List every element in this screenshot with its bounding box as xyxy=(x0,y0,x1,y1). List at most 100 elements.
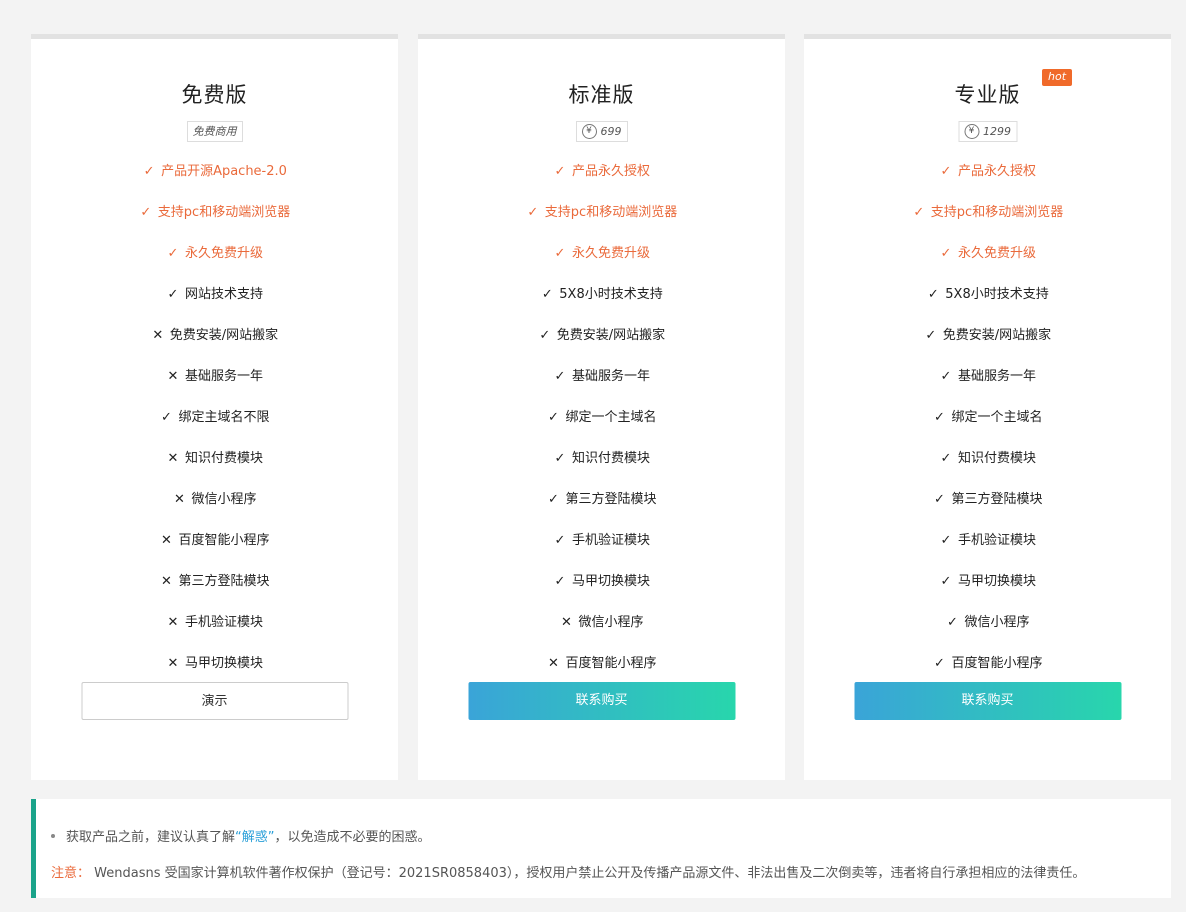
feature-label: 第三方登陆模块 xyxy=(565,492,657,507)
feature-label: 产品永久授权 xyxy=(957,164,1036,179)
feature-item: ✕ 基础服务一年 xyxy=(31,366,398,407)
cross-icon: ✕ xyxy=(152,328,164,343)
feature-item: ✓ 手机验证模块 xyxy=(804,530,1171,571)
feature-label: 知识付费模块 xyxy=(957,451,1036,466)
demo-button[interactable]: 演示 xyxy=(81,682,348,720)
hot-badge: hot xyxy=(1042,69,1073,86)
check-icon: ✓ xyxy=(934,492,945,507)
yen-icon: ¥ xyxy=(964,124,979,139)
cross-icon: ✕ xyxy=(161,533,172,548)
feature-item: ✓ 知识付费模块 xyxy=(804,448,1171,489)
feature-item: ✓ 永久免费升级 xyxy=(418,243,785,284)
feature-label: 永久免费升级 xyxy=(184,246,263,261)
feature-item: ✓ 第三方登陆模块 xyxy=(418,489,785,530)
feature-item: ✕ 免费安装/网站搬家 xyxy=(31,325,398,366)
check-icon: ✓ xyxy=(167,287,179,302)
feature-label: 产品永久授权 xyxy=(571,164,650,179)
feature-item: ✕ 知识付费模块 xyxy=(31,448,398,489)
feature-label: 微信小程序 xyxy=(191,492,257,507)
feature-item: ✓ 免费安装/网站搬家 xyxy=(418,325,785,366)
feature-item: ✓ 马甲切换模块 xyxy=(418,571,785,612)
plan-card-pro: 专业版 hot ¥ 1299 ✓ 产品永久授权 ✓ 支持pc和移动端浏览器 ✓ 永久免费升… xyxy=(804,34,1171,780)
feature-label: 绑定一个主域名 xyxy=(565,410,657,425)
feature-item: ✓ 支持pc和移动端浏览器 xyxy=(418,202,785,243)
feature-item: ✓ 基础服务一年 xyxy=(418,366,785,407)
copyright-notice: 注意： Wendasns 受国家计算机软件著作权保护（登记号：2021SR085… xyxy=(51,862,1085,881)
plan-title: 专业版 xyxy=(954,83,1021,107)
tip-suffix: ，以免造成不必要的困惑。 xyxy=(274,830,431,845)
feature-label: 支持pc和移动端浏览器 xyxy=(544,205,678,220)
cross-icon: ✕ xyxy=(167,656,179,671)
plan-price: ¥ 699 xyxy=(575,121,628,142)
notice-panel: 获取产品之前，建议认真了解 “解惑” ，以免造成不必要的困惑。 注意： Wend… xyxy=(31,799,1171,898)
check-icon: ✓ xyxy=(140,205,152,220)
feature-item: ✓ 支持pc和移动端浏览器 xyxy=(804,202,1171,243)
cross-icon: ✕ xyxy=(161,574,172,589)
yen-icon: ¥ xyxy=(581,124,597,139)
feature-item: ✓ 产品永久授权 xyxy=(804,161,1171,202)
feature-label: 第三方登陆模块 xyxy=(951,492,1043,507)
plan-title: 标准版 xyxy=(568,83,635,107)
feature-item: ✓ 绑定主域名不限 xyxy=(31,407,398,448)
check-icon: ✓ xyxy=(527,205,539,220)
feature-label: 微信小程序 xyxy=(578,615,644,630)
check-icon: ✓ xyxy=(541,287,553,302)
feature-item: ✕ 手机验证模块 xyxy=(31,612,398,653)
check-icon: ✓ xyxy=(554,574,566,589)
warn-text: Wendasns 受国家计算机软件著作权保护（登记号：2021SR0858403… xyxy=(94,866,1086,881)
check-icon: ✓ xyxy=(940,574,952,589)
contact-buy-button[interactable]: 联系购买 xyxy=(468,682,735,720)
bullet-icon xyxy=(51,833,55,838)
plan-title: 免费版 xyxy=(181,83,248,107)
feature-label: 马甲切换模块 xyxy=(571,574,650,589)
plan-card-free: 免费版 免费商用 ✓ 产品开源Apache-2.0 ✓ 支持pc和移动端浏览器 ✓ 永久免… xyxy=(31,34,398,780)
cross-icon: ✕ xyxy=(174,492,185,507)
feature-label: 免费安装/网站搬家 xyxy=(169,328,279,343)
check-icon: ✓ xyxy=(925,328,937,343)
check-icon: ✓ xyxy=(554,246,566,261)
cross-icon: ✕ xyxy=(167,451,179,466)
check-icon: ✓ xyxy=(548,410,559,425)
feature-label: 百度智能小程序 xyxy=(565,656,657,671)
feature-item: ✓ 5X8小时技术支持 xyxy=(804,284,1171,325)
feature-item: ✕ 百度智能小程序 xyxy=(31,530,398,571)
check-icon: ✓ xyxy=(539,328,551,343)
feature-item: ✓ 产品开源Apache-2.0 xyxy=(31,161,398,202)
feature-label: 网站技术支持 xyxy=(184,287,263,302)
warn-label: 注意： xyxy=(51,866,91,881)
check-icon: ✓ xyxy=(554,451,566,466)
faq-link[interactable]: “解惑” xyxy=(235,826,274,845)
contact-buy-button[interactable]: 联系购买 xyxy=(854,682,1121,720)
check-icon: ✓ xyxy=(927,287,939,302)
cross-icon: ✕ xyxy=(167,615,179,630)
feature-item: ✓ 5X8小时技术支持 xyxy=(418,284,785,325)
feature-label: 产品开源Apache-2.0 xyxy=(161,164,287,179)
check-icon: ✓ xyxy=(940,533,952,548)
feature-label: 马甲切换模块 xyxy=(184,656,263,671)
feature-label: 百度智能小程序 xyxy=(178,533,270,548)
tip-prefix: 获取产品之前，建议认真了解 xyxy=(66,830,236,845)
feature-label: 5X8小时技术支持 xyxy=(945,287,1049,302)
feature-label: 手机验证模块 xyxy=(957,533,1036,548)
check-icon: ✓ xyxy=(548,492,559,507)
plan-card-standard: 标准版 ¥ 699 ✓ 产品永久授权 ✓ 支持pc和移动端浏览器 ✓ 永久免费升级 ✓ 5X8… xyxy=(418,34,785,780)
check-icon: ✓ xyxy=(913,205,925,220)
feature-item: ✓ 知识付费模块 xyxy=(418,448,785,489)
check-icon: ✓ xyxy=(167,246,179,261)
check-icon: ✓ xyxy=(940,164,952,179)
check-icon: ✓ xyxy=(940,369,952,384)
check-icon: ✓ xyxy=(143,164,155,179)
plan-price: 免费商用 xyxy=(186,121,243,142)
check-icon: ✓ xyxy=(554,164,566,179)
check-icon: ✓ xyxy=(554,533,566,548)
check-icon: ✓ xyxy=(940,246,952,261)
price-text: 免费商用 xyxy=(192,125,237,138)
check-icon: ✓ xyxy=(934,656,945,671)
feature-list: ✓ 产品永久授权 ✓ 支持pc和移动端浏览器 ✓ 永久免费升级 ✓ 5X8小时技术支持 ✓ 免费安… xyxy=(418,161,785,694)
feature-item: ✓ 绑定一个主域名 xyxy=(418,407,785,448)
feature-label: 马甲切换模块 xyxy=(957,574,1036,589)
feature-item: ✓ 基础服务一年 xyxy=(804,366,1171,407)
feature-item: ✕ 微信小程序 xyxy=(418,612,785,653)
feature-item: ✓ 网站技术支持 xyxy=(31,284,398,325)
feature-list: ✓ 产品开源Apache-2.0 ✓ 支持pc和移动端浏览器 ✓ 永久免费升级 ✓ 网站技术支… xyxy=(31,161,398,694)
